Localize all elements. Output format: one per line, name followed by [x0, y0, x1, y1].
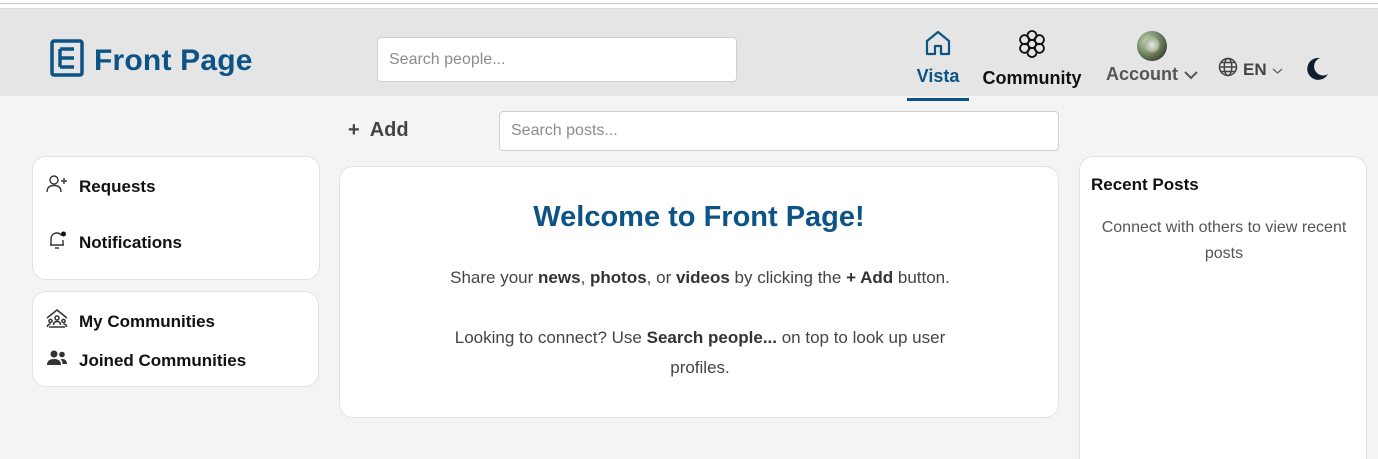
sidebar-item-notifications[interactable]: Notifications: [45, 228, 182, 257]
welcome-connect-text: Looking to connect? Use Search people...…: [454, 328, 946, 377]
nav-community-label: Community: [982, 68, 1082, 88]
flower-icon: [1017, 29, 1047, 64]
add-post-button[interactable]: + Add: [348, 119, 409, 142]
sidebar-communities-card: My Communities Joined Communities: [32, 291, 319, 387]
sidebar-item-label: Joined Communities: [79, 350, 247, 370]
chevron-down-icon: [1184, 64, 1198, 85]
welcome-title: Welcome to Front Page!: [533, 201, 865, 233]
browser-top-strip: [0, 0, 1378, 9]
avatar: [1137, 31, 1167, 61]
add-user-icon: [45, 173, 69, 200]
recent-posts-title: Recent Posts: [1091, 175, 1199, 194]
dark-mode-toggle[interactable]: [1303, 55, 1331, 88]
top-header: Front Page Vista Commu: [0, 9, 1378, 101]
nav-account-label: Account: [1106, 64, 1198, 85]
sidebar-item-label: Requests: [79, 176, 156, 196]
recent-posts-empty-text: Connect with others to view recent posts: [1101, 219, 1347, 262]
language-selector[interactable]: EN: [1218, 57, 1283, 82]
sidebar-item-requests[interactable]: Requests: [45, 173, 156, 200]
chevron-down-icon: [1272, 60, 1283, 80]
search-people-input[interactable]: [377, 37, 737, 82]
sidebar-item-label: Notifications: [79, 232, 182, 252]
language-label: EN: [1243, 59, 1267, 79]
logo[interactable]: Front Page: [50, 39, 253, 82]
bell-icon: [45, 228, 69, 257]
home-icon: [924, 29, 952, 62]
globe-icon: [1218, 57, 1238, 82]
nav-vista-label: Vista: [916, 66, 960, 86]
moon-icon: [1303, 57, 1331, 87]
account-label: Account: [1106, 64, 1178, 84]
add-label: Add: [369, 119, 409, 141]
search-posts-input[interactable]: [499, 111, 1059, 151]
nav-account[interactable]: Account: [1102, 31, 1202, 85]
community-house-icon: [45, 308, 69, 335]
app-title: Front Page: [94, 43, 253, 77]
sidebar-requests-card: Requests Notifications: [32, 156, 320, 280]
sidebar-item-joined-communities[interactable]: Joined Communities: [45, 348, 246, 373]
nav-vista[interactable]: Vista: [907, 29, 969, 101]
welcome-share-text: Share your news, photos, or videos by cl…: [450, 268, 950, 287]
logo-icon: [50, 39, 84, 82]
sidebar-item-label: My Communities: [79, 311, 216, 331]
welcome-card: Welcome to Front Page! Share your news, …: [339, 166, 1059, 418]
group-icon: [45, 348, 69, 373]
recent-posts-card: Recent Posts Connect with others to view…: [1079, 156, 1367, 459]
sidebar-item-my-communities[interactable]: My Communities: [45, 308, 215, 335]
plus-icon: +: [348, 119, 360, 141]
nav-community[interactable]: Community: [980, 29, 1084, 89]
